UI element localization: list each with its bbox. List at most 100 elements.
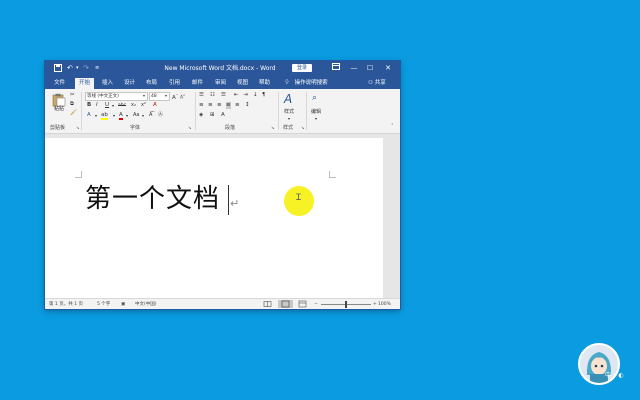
paste-button[interactable]: 粘贴 — [52, 92, 66, 114]
ime-indicator[interactable]: 中 ◦ ◐ — [605, 372, 624, 380]
align-left-icon[interactable]: ≡ — [199, 102, 204, 109]
bold-button[interactable]: B — [87, 102, 91, 109]
customize-qat-icon[interactable]: ≡ — [95, 64, 99, 73]
phonetic-guide-icon[interactable]: A͡ — [149, 112, 152, 119]
font-name-dropdown-icon[interactable]: ▾ — [143, 92, 145, 99]
font-launcher-icon[interactable]: ↘ — [188, 124, 191, 131]
ribbon-display-icon[interactable] — [330, 63, 342, 73]
clipboard-icon — [52, 93, 66, 107]
font-color-icon[interactable]: A — [119, 112, 123, 120]
font-size-dropdown-icon[interactable]: ▾ — [165, 92, 167, 99]
document-text[interactable]: 第一个文档 — [85, 183, 220, 215]
maximize-button[interactable]: ☐ — [364, 63, 376, 73]
i-beam-cursor-icon: Ɪ — [296, 193, 302, 203]
tab-review[interactable]: 审阅 — [211, 78, 230, 89]
vertical-scrollbar[interactable] — [385, 134, 400, 298]
tell-me-search[interactable]: 💡︎ 操作说明搜索 — [285, 78, 328, 89]
login-button[interactable]: 登录 — [292, 64, 312, 72]
editing-button[interactable]: ⌕ 编辑 ▾ — [310, 93, 326, 121]
cut-icon[interactable]: ✂ — [70, 92, 75, 99]
proofing-icon[interactable]: ▣ — [121, 301, 125, 308]
minimize-button[interactable]: — — [348, 63, 360, 73]
font-name-combo[interactable]: 等线 (中文正文) — [85, 92, 148, 101]
language-indicator[interactable]: 中文(中国) — [135, 301, 157, 308]
align-center-icon[interactable]: ≡ — [208, 102, 213, 109]
word-count[interactable]: 5 个字 — [97, 301, 110, 308]
save-icon[interactable] — [54, 64, 62, 75]
tab-references[interactable]: 引用 — [165, 78, 184, 89]
highlight-icon[interactable]: ab — [101, 112, 108, 120]
shrink-font-icon[interactable]: Av — [180, 92, 185, 102]
tab-file[interactable]: 文件 — [50, 78, 69, 89]
change-case-button[interactable]: Aa — [133, 112, 139, 119]
styles-launcher-icon[interactable]: ↘ — [301, 124, 304, 131]
zoom-in-button[interactable]: + — [373, 301, 377, 308]
highlight-dropdown-icon[interactable]: ▾ — [113, 112, 115, 119]
tab-mailings[interactable]: 邮件 — [188, 78, 207, 89]
subscript-button[interactable]: x₂ — [131, 102, 136, 109]
change-case-dropdown-icon[interactable]: ▾ — [142, 112, 144, 119]
text-effects-icon[interactable]: A — [87, 112, 91, 119]
multilevel-list-icon[interactable]: ☰ — [221, 92, 226, 99]
zoom-out-button[interactable]: − — [314, 301, 318, 308]
format-painter-icon[interactable]: 🖌︎ — [70, 110, 77, 117]
paragraph-launcher-icon[interactable]: ↘ — [271, 124, 274, 131]
increase-indent-icon[interactable]: ⇥ — [243, 92, 248, 99]
person-icon: ⚇ — [368, 80, 373, 86]
divider — [195, 92, 196, 130]
zoom-slider-thumb[interactable] — [345, 301, 347, 308]
superscript-button[interactable]: x² — [141, 102, 146, 109]
tell-me-label: 操作说明搜索 — [294, 80, 328, 86]
close-button[interactable]: ✕ — [382, 63, 394, 73]
page-count[interactable]: 第 1 页，共 1 页 — [49, 301, 83, 308]
grow-font-icon[interactable]: A^ — [172, 92, 178, 102]
underline-button[interactable]: U — [105, 102, 109, 109]
show-marks-icon[interactable]: ¶ — [262, 92, 266, 99]
font-color-dropdown-icon[interactable]: ▾ — [126, 112, 128, 119]
redo-icon[interactable]: ↷ — [83, 64, 89, 73]
tab-design[interactable]: 设计 — [120, 78, 139, 89]
share-button[interactable]: ⚇ 共享 — [368, 78, 386, 89]
tab-layout[interactable]: 布局 — [142, 78, 161, 89]
clear-formatting-icon[interactable]: A̸ — [153, 102, 157, 109]
undo-dropdown-icon[interactable]: ▾ — [76, 64, 79, 73]
tab-help[interactable]: 帮助 — [255, 78, 274, 89]
web-layout-icon[interactable] — [298, 300, 307, 308]
print-layout-icon[interactable] — [278, 300, 293, 308]
underline-dropdown-icon[interactable]: ▾ — [112, 102, 114, 109]
tab-view[interactable]: 视图 — [233, 78, 252, 89]
word-window: ↶ ▾ ↷ ≡ New Microsoft Word 文档.docx - Wor… — [45, 61, 400, 309]
chinese-layout-icon[interactable]: A — [221, 112, 225, 119]
styles-button[interactable]: A 样式 ▾ — [283, 92, 299, 122]
zoom-level[interactable]: 100% — [378, 301, 391, 308]
styles-icon: A — [284, 92, 293, 106]
lightbulb-icon: 💡︎ — [285, 80, 289, 86]
sort-icon[interactable]: ↓ — [253, 92, 258, 99]
shading-icon[interactable]: ◈ — [199, 112, 203, 119]
clipboard-group-label: 剪贴板 — [50, 125, 66, 131]
enclose-characters-icon[interactable]: Ⓐ — [158, 112, 163, 119]
collapse-ribbon-icon[interactable]: ˆ — [391, 124, 394, 131]
justify-icon[interactable]: ≡ — [226, 102, 231, 109]
tab-insert[interactable]: 插入 — [98, 78, 117, 89]
strikethrough-button[interactable]: abc — [118, 102, 126, 109]
read-mode-icon[interactable] — [263, 300, 272, 308]
document-area: 第一个文档 ↵ — [45, 134, 400, 298]
font-group-label: 字体 — [130, 125, 141, 131]
borders-icon[interactable]: ⊞ — [210, 112, 215, 119]
title-bar: ↶ ▾ ↷ ≡ New Microsoft Word 文档.docx - Wor… — [45, 61, 400, 76]
line-spacing-icon[interactable]: ↕ — [245, 102, 250, 109]
tab-home[interactable]: 开始 — [75, 78, 95, 89]
distributed-icon[interactable]: ≡ — [235, 102, 240, 109]
bullets-icon[interactable]: ☰ — [199, 92, 204, 99]
align-right-icon[interactable]: ≡ — [217, 102, 222, 109]
share-label: 共享 — [374, 80, 386, 86]
copy-icon[interactable]: ⧉ — [70, 101, 74, 108]
undo-icon[interactable]: ↶ — [67, 64, 73, 73]
text-effects-dropdown-icon[interactable]: ▾ — [95, 112, 97, 119]
decrease-indent-icon[interactable]: ⇤ — [234, 92, 239, 99]
italic-button[interactable]: I — [96, 102, 98, 109]
numbering-icon[interactable]: ☷ — [210, 92, 215, 99]
document-page[interactable]: 第一个文档 ↵ — [45, 138, 383, 298]
clipboard-launcher-icon[interactable]: ↘ — [76, 124, 79, 131]
